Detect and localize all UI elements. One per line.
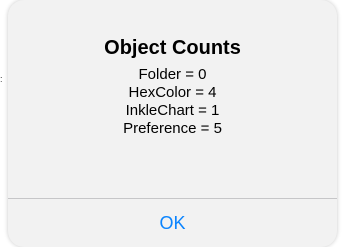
ok-button[interactable]: OK: [8, 199, 337, 247]
object-counts-alert: Object Counts Folder = 0 HexColor = 4 In…: [8, 0, 337, 247]
count-line-folder: Folder = 0: [138, 66, 207, 83]
count-line-inklechart: InkleChart = 1: [125, 102, 220, 119]
alert-title: Object Counts: [104, 37, 241, 59]
count-line-preference: Preference = 5: [123, 120, 222, 137]
alert-message: Folder = 0 HexColor = 4 InkleChart = 1 P…: [8, 66, 337, 138]
background-edge-mark: :: [0, 74, 3, 84]
count-line-hexcolor: HexColor = 4: [128, 84, 217, 101]
